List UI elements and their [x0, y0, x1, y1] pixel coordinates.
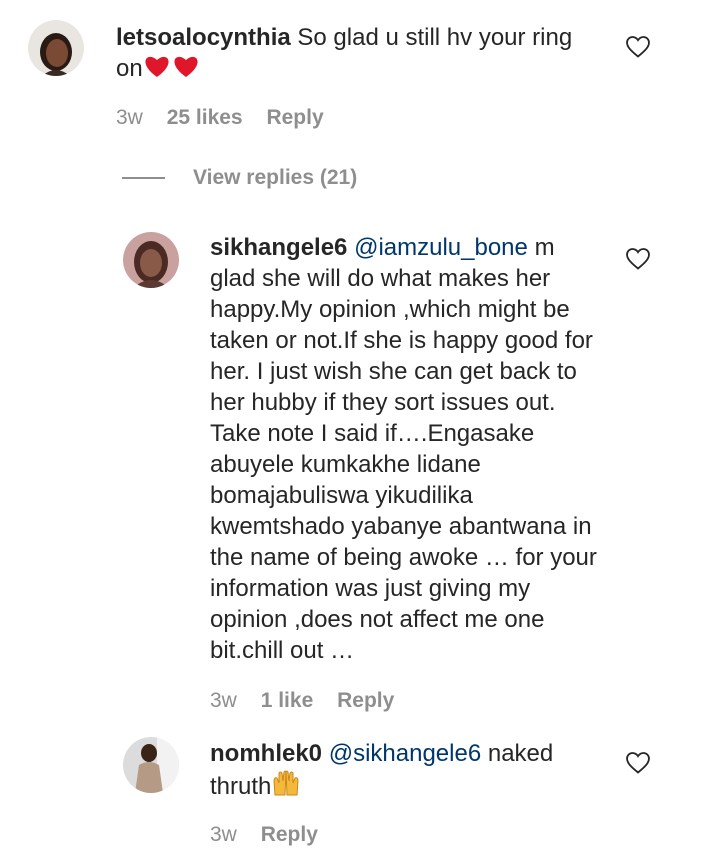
timestamp: 3w	[116, 106, 143, 129]
avatar[interactable]	[28, 20, 84, 76]
raised-hands-emoji	[271, 769, 301, 805]
like-heart-icon[interactable]	[626, 36, 650, 58]
comment-body: letsoalocynthia So glad u still hv your …	[116, 22, 586, 87]
divider-line	[122, 177, 165, 180]
likes-count[interactable]: 1 like	[261, 689, 314, 712]
comment-meta: 3w 1 like Reply	[210, 689, 412, 713]
comment-meta: 3w Reply	[210, 823, 336, 847]
mention-link[interactable]: @iamzulu_bone	[354, 234, 528, 261]
likes-count[interactable]: 25 likes	[167, 106, 243, 129]
reply-button[interactable]: Reply	[266, 106, 323, 129]
view-replies-button[interactable]: View replies (21)	[122, 166, 357, 192]
username[interactable]: nomhlek0	[210, 740, 322, 767]
comment-meta: 3w 25 likes Reply	[116, 106, 342, 130]
view-replies-label[interactable]: View replies (21)	[193, 166, 357, 189]
username[interactable]: sikhangele6	[210, 234, 347, 261]
comment-text: m glad she will do what makes her happy.…	[210, 234, 597, 664]
comment-body: sikhangele6 @iamzulu_bone m glad she wil…	[210, 232, 606, 666]
avatar[interactable]	[123, 232, 179, 288]
timestamp: 3w	[210, 689, 237, 712]
timestamp: 3w	[210, 823, 237, 846]
comment-body: nomhlek0 @sikhangele6 naked thruth	[210, 738, 606, 805]
reply-button[interactable]: Reply	[261, 823, 318, 846]
mention-link[interactable]: @sikhangele6	[329, 740, 481, 767]
like-heart-icon[interactable]	[626, 248, 650, 270]
two-hearts-emoji	[143, 53, 201, 87]
avatar[interactable]	[123, 737, 179, 793]
reply-button[interactable]: Reply	[337, 689, 394, 712]
like-heart-icon[interactable]	[626, 752, 650, 774]
username[interactable]: letsoalocynthia	[116, 24, 291, 51]
